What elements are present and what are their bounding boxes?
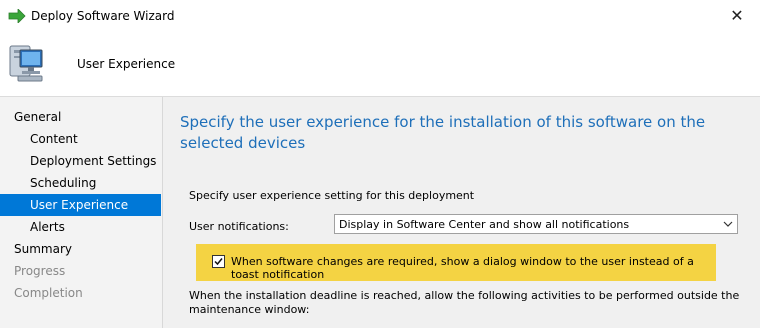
section-description: Specify user experience setting for this… bbox=[189, 189, 475, 202]
nav-item-progress: Progress bbox=[14, 264, 66, 278]
nav-item-completion: Completion bbox=[14, 286, 83, 300]
chevron-down-icon bbox=[723, 216, 733, 235]
user-notifications-select[interactable]: Display in Software Center and show all … bbox=[334, 214, 738, 234]
dialog-option-highlight: When software changes are required, show… bbox=[196, 244, 716, 281]
dialog-window-checkbox-label[interactable]: When software changes are required, show… bbox=[231, 255, 716, 281]
page-heading: Specify the user experience for the inst… bbox=[180, 113, 706, 152]
close-button[interactable]: ✕ bbox=[714, 0, 760, 32]
dialog-window-checkbox[interactable] bbox=[212, 255, 225, 268]
user-notifications-label: User notifications: bbox=[189, 220, 289, 233]
maintenance-window-text: When the installation deadline is reache… bbox=[189, 289, 740, 316]
nav-item-summary[interactable]: Summary bbox=[0, 238, 161, 260]
nav-item-general[interactable]: General bbox=[0, 106, 161, 128]
window-title: Deploy Software Wizard bbox=[31, 9, 175, 23]
computer-icon bbox=[6, 40, 46, 84]
page-name: User Experience bbox=[77, 57, 176, 71]
green-arrow-icon bbox=[8, 8, 26, 24]
title-bar: Deploy Software Wizard ✕ bbox=[0, 0, 760, 32]
nav-item-content[interactable]: Content bbox=[0, 128, 161, 150]
nav-item-user-experience[interactable]: User Experience bbox=[0, 194, 161, 216]
wizard-header: User Experience bbox=[0, 32, 760, 97]
wizard-nav: General Content Deployment Settings Sche… bbox=[0, 97, 163, 328]
user-notifications-value: Display in Software Center and show all … bbox=[339, 218, 630, 231]
nav-item-scheduling[interactable]: Scheduling bbox=[0, 172, 161, 194]
nav-item-alerts[interactable]: Alerts bbox=[0, 216, 161, 238]
nav-item-deployment-settings[interactable]: Deployment Settings bbox=[0, 150, 161, 172]
main-panel: Specify the user experience for the inst… bbox=[163, 97, 760, 328]
